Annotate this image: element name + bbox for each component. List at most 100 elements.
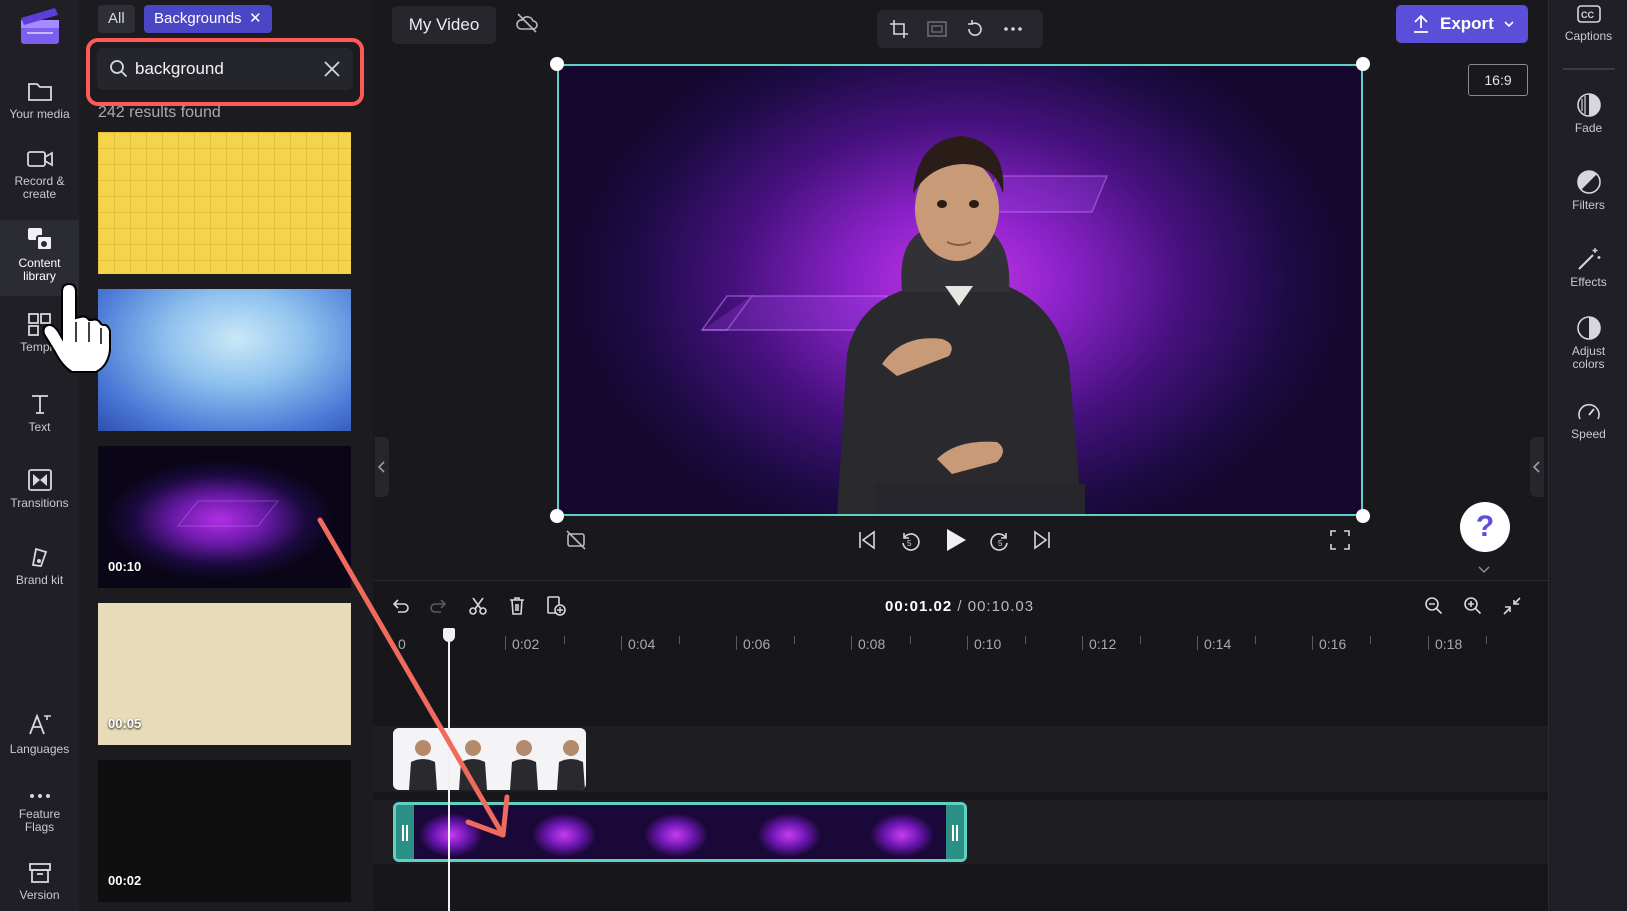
sidebar-item-languages[interactable]: Languages bbox=[0, 712, 79, 756]
resize-handle-bottom-left[interactable] bbox=[550, 509, 564, 523]
resize-handle-bottom-right[interactable] bbox=[1356, 509, 1370, 523]
sidebar-item-label: Captions bbox=[1564, 29, 1613, 43]
skip-forward-icon[interactable] bbox=[1032, 530, 1052, 550]
zoom-out-icon[interactable] bbox=[1424, 596, 1444, 616]
clip-trim-handle-left[interactable] bbox=[396, 805, 414, 859]
sidebar-item-label: Effects bbox=[1570, 275, 1607, 289]
skip-back-icon[interactable] bbox=[857, 530, 877, 550]
ruler-tick bbox=[736, 636, 737, 650]
crop-icon[interactable] bbox=[889, 19, 909, 39]
background-thumbnail[interactable]: 00:10 bbox=[98, 446, 351, 588]
aspect-ratio-button[interactable]: 16:9 bbox=[1468, 64, 1528, 96]
app-logo[interactable] bbox=[19, 6, 61, 46]
ruler-label: 0:14 bbox=[1204, 636, 1232, 652]
filter-chip-backgrounds[interactable]: Backgrounds ✕ bbox=[144, 5, 272, 33]
undo-icon[interactable] bbox=[390, 596, 410, 616]
ruler-label: 0:10 bbox=[974, 636, 1002, 652]
sidebar-item-templates[interactable]: Templa bbox=[0, 312, 79, 354]
rewind-5-icon[interactable]: 5 bbox=[899, 530, 921, 552]
background-thumbnail[interactable] bbox=[98, 132, 351, 274]
chevron-down-icon[interactable] bbox=[1478, 566, 1490, 574]
close-icon[interactable]: ✕ bbox=[249, 5, 262, 33]
background-thumbnail[interactable]: 00:02 bbox=[98, 760, 351, 902]
export-label: Export bbox=[1440, 14, 1494, 33]
cloud-sync-off-icon[interactable] bbox=[515, 12, 539, 34]
results-count: 242 results found bbox=[98, 104, 221, 121]
video-editor-app: Your media Record & create Content libra… bbox=[0, 0, 1627, 911]
chevron-left-icon bbox=[1532, 461, 1540, 473]
sidebar-item-brand-kit[interactable]: Brand kit bbox=[0, 545, 79, 587]
delete-icon[interactable] bbox=[507, 596, 527, 616]
playhead[interactable] bbox=[448, 628, 450, 911]
text-icon bbox=[31, 395, 48, 414]
speed-icon bbox=[1577, 403, 1600, 420]
forward-5-icon[interactable]: 5 bbox=[989, 530, 1011, 552]
upload-icon bbox=[1414, 14, 1428, 33]
search-input[interactable] bbox=[135, 56, 315, 82]
zoom-in-icon[interactable] bbox=[1463, 596, 1483, 616]
ruler-tick bbox=[794, 636, 795, 644]
ruler-tick bbox=[1197, 636, 1198, 650]
background-thumbnail[interactable]: 00:05 bbox=[98, 603, 351, 745]
sidebar-item-speed[interactable]: Speed bbox=[1549, 400, 1627, 441]
ruler-label: 0:02 bbox=[512, 636, 540, 652]
sidebar-item-feature-flags[interactable]: Feature Flags bbox=[0, 790, 79, 834]
help-button[interactable]: ? bbox=[1460, 502, 1510, 552]
playhead-handle[interactable] bbox=[443, 628, 455, 642]
collapse-library-button[interactable] bbox=[375, 437, 389, 497]
filter-chip-all[interactable]: All bbox=[98, 5, 135, 33]
sidebar-item-effects[interactable]: Effects bbox=[1549, 246, 1627, 289]
fit-timeline-icon[interactable] bbox=[1502, 596, 1522, 616]
background-thumbnail[interactable] bbox=[98, 289, 351, 431]
search-field[interactable] bbox=[97, 48, 353, 90]
sidebar-item-adjust-colors[interactable]: Adjust colors bbox=[1549, 315, 1627, 371]
background-clip[interactable] bbox=[393, 802, 967, 862]
sidebar-item-label: Brand kit bbox=[15, 573, 64, 587]
sidebar-item-label: Record & create bbox=[14, 174, 65, 201]
chevron-down-icon bbox=[1504, 21, 1514, 28]
sidebar-item-label: Adjust colors bbox=[1571, 344, 1606, 371]
export-button[interactable]: Export bbox=[1396, 5, 1528, 43]
sidebar-item-text[interactable]: Text bbox=[0, 392, 79, 434]
rotate-icon[interactable] bbox=[965, 19, 985, 39]
sidebar-item-content-library[interactable]: Content library bbox=[0, 220, 79, 296]
clear-search-icon[interactable] bbox=[323, 60, 341, 78]
chevron-left-icon bbox=[377, 461, 385, 473]
sidebar-item-transitions[interactable]: Transitions bbox=[0, 468, 79, 510]
current-time: 00:01.02 bbox=[885, 598, 953, 615]
more-icon bbox=[29, 794, 50, 798]
left-sidebar: Your media Record & create Content libra… bbox=[0, 0, 79, 911]
ruler-tick bbox=[505, 636, 506, 650]
fullscreen-icon[interactable] bbox=[1330, 530, 1350, 550]
hide-preview-icon[interactable] bbox=[566, 530, 586, 550]
sidebar-divider bbox=[1563, 68, 1615, 70]
more-options-icon[interactable] bbox=[1003, 19, 1023, 39]
sidebar-item-your-media[interactable]: Your media bbox=[0, 79, 79, 121]
split-scissors-icon[interactable] bbox=[468, 596, 488, 616]
effects-icon bbox=[1577, 248, 1600, 270]
templates-icon bbox=[27, 313, 51, 336]
sidebar-item-captions[interactable]: CC Captions bbox=[1549, 4, 1627, 43]
languages-icon bbox=[28, 713, 51, 735]
sidebar-item-label: Text bbox=[28, 420, 51, 434]
ruler-label: 0:16 bbox=[1319, 636, 1347, 652]
fit-frame-icon[interactable] bbox=[927, 19, 947, 39]
add-to-timeline-icon[interactable] bbox=[546, 596, 566, 616]
resize-handle-top-right[interactable] bbox=[1356, 57, 1370, 71]
filters-icon bbox=[1576, 170, 1601, 194]
project-title[interactable]: My Video bbox=[392, 6, 496, 44]
collapse-properties-button[interactable] bbox=[1530, 437, 1544, 497]
redo-icon[interactable] bbox=[429, 596, 449, 616]
version-icon bbox=[28, 863, 51, 883]
sidebar-item-fade[interactable]: Fade bbox=[1549, 92, 1627, 135]
sidebar-item-record-create[interactable]: Record & create bbox=[0, 148, 79, 201]
ruler-tick bbox=[621, 636, 622, 650]
resize-handle-top-left[interactable] bbox=[550, 57, 564, 71]
sidebar-item-version[interactable]: Version bbox=[0, 862, 79, 902]
clip-trim-handle-right[interactable] bbox=[946, 805, 964, 859]
thumbnail-streak-decoration bbox=[176, 500, 280, 527]
sidebar-item-filters[interactable]: Filters bbox=[1549, 169, 1627, 212]
total-time: / 00:10.03 bbox=[957, 598, 1035, 615]
avatar-video-clip[interactable] bbox=[393, 728, 586, 790]
play-icon[interactable] bbox=[944, 527, 968, 553]
